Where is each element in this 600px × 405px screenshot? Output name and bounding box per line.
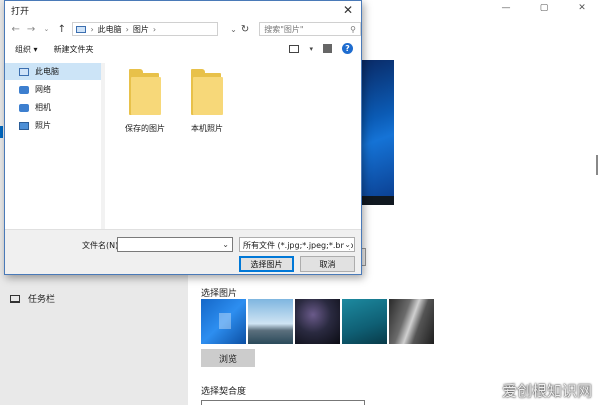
chevron-down-icon[interactable]: ⌄ xyxy=(230,25,237,34)
choose-fit-label: 选择契合度 xyxy=(201,387,247,397)
address-bar[interactable]: › 此电脑 › 图片 › xyxy=(72,22,219,36)
sidebar-selection-indicator xyxy=(0,126,3,138)
folder-icon xyxy=(191,69,223,115)
close-icon[interactable]: ✕ xyxy=(341,3,355,17)
back-arrow-icon[interactable]: ← xyxy=(11,24,20,35)
dialog-titlebar[interactable]: 打开 ✕ xyxy=(5,1,361,19)
choose-picture-label: 选择图片 xyxy=(201,289,238,299)
chevron-down-icon[interactable]: ⌄ xyxy=(344,240,351,249)
filename-label: 文件名(N): xyxy=(82,241,121,250)
filename-input[interactable]: ⌄ xyxy=(117,237,233,252)
nav-item-label: 相机 xyxy=(35,103,51,112)
recent-pictures xyxy=(201,299,434,344)
breadcrumb-item[interactable]: 此电脑 xyxy=(98,24,122,35)
picture-thumbnail[interactable] xyxy=(342,299,387,344)
nav-item-camera[interactable]: 相机 xyxy=(5,99,103,116)
view-options-icon[interactable] xyxy=(289,44,300,53)
taskbar-icon xyxy=(10,294,20,303)
recent-dropdown-icon[interactable]: ⌄ xyxy=(42,25,51,33)
folder-icon xyxy=(129,69,161,115)
folder-label: 保存的图片 xyxy=(125,124,165,133)
open-button[interactable]: 选择图片 xyxy=(239,256,294,272)
picture-thumbnail[interactable] xyxy=(248,299,293,344)
breadcrumb-item[interactable]: 图片 xyxy=(133,24,149,35)
minimize-button[interactable]: — xyxy=(496,3,516,13)
chevron-right-icon: › xyxy=(152,24,157,34)
address-row: ← → ⌄ ↑ › 此电脑 › 图片 › ⌄ ↻ 搜索"图片" ⚲ xyxy=(5,19,361,39)
navigation-pane: 此电脑 网络 相机 照片 xyxy=(5,63,103,229)
search-input[interactable]: 搜索"图片" ⚲ xyxy=(259,22,361,36)
watermark: 爱创根知识网 xyxy=(501,382,592,400)
chevron-right-icon: › xyxy=(90,24,94,34)
nav-item-label: 网络 xyxy=(35,85,51,94)
close-window-button[interactable]: ✕ xyxy=(572,3,592,13)
preview-pane-icon[interactable] xyxy=(323,44,332,53)
browse-button[interactable]: 浏览 xyxy=(201,349,255,367)
picture-thumbnail[interactable] xyxy=(201,299,246,344)
search-icon: ⚲ xyxy=(350,24,356,34)
filetype-select[interactable]: 所有文件 (*.jpg;*.jpeg;*.bmp;*. ⌄ xyxy=(239,237,355,252)
search-placeholder: 搜索"图片" xyxy=(264,24,304,34)
open-file-dialog: 打开 ✕ ← → ⌄ ↑ › 此电脑 › 图片 › ⌄ ↻ 搜索"图片" ⚲ 组… xyxy=(4,0,362,275)
maximize-button[interactable]: ▢ xyxy=(534,3,554,13)
chevron-down-icon[interactable]: ▾ xyxy=(309,45,313,53)
help-icon[interactable]: ? xyxy=(342,43,353,54)
sidebar-item-label: 任务栏 xyxy=(28,295,56,305)
dialog-title: 打开 xyxy=(11,6,30,17)
dialog-toolbar: 组织 ▾ 新建文件夹 ▾ ? xyxy=(5,39,361,59)
preview-taskbar xyxy=(360,196,394,205)
fit-select[interactable] xyxy=(201,400,365,405)
network-icon xyxy=(19,85,29,94)
background-preview xyxy=(360,60,394,205)
new-folder-button[interactable]: 新建文件夹 xyxy=(54,44,94,55)
nav-item-network[interactable]: 网络 xyxy=(5,81,103,98)
address-actions: ⌄ ↻ xyxy=(230,24,249,35)
filetype-value: 所有文件 (*.jpg;*.jpeg;*.bmp;*. xyxy=(243,241,355,250)
pictures-icon xyxy=(19,121,29,130)
nav-item-label: 照片 xyxy=(35,121,51,130)
refresh-icon[interactable]: ↻ xyxy=(241,24,249,35)
cancel-button[interactable]: 取消 xyxy=(300,256,355,272)
organize-button[interactable]: 组织 ▾ xyxy=(15,44,38,55)
folder-item[interactable]: 保存的图片 xyxy=(115,69,175,134)
forward-arrow-icon[interactable]: → xyxy=(26,24,35,35)
window-controls: — ▢ ✕ xyxy=(496,3,592,13)
folder-label: 本机照片 xyxy=(191,124,223,133)
pc-icon xyxy=(19,67,29,76)
folder-item[interactable]: 本机照片 xyxy=(177,69,237,134)
picture-thumbnail[interactable] xyxy=(389,299,434,344)
dialog-footer: 文件名(N): ⌄ 所有文件 (*.jpg;*.jpeg;*.bmp;*. ⌄ … xyxy=(5,229,361,274)
pc-icon xyxy=(76,25,87,33)
picture-thumbnail[interactable] xyxy=(295,299,340,344)
up-arrow-icon[interactable]: ↑ xyxy=(57,24,66,35)
sidebar-item-taskbar[interactable]: 任务栏 xyxy=(10,292,55,305)
camera-roll-icon xyxy=(19,103,29,112)
nav-item-photos[interactable]: 照片 xyxy=(5,117,103,134)
navigation-pane-scrollbar[interactable] xyxy=(101,63,105,229)
scrollbar[interactable] xyxy=(596,155,598,175)
toolbar-right: ▾ ? xyxy=(289,43,353,54)
nav-item-label: 此电脑 xyxy=(35,67,59,76)
nav-item-this-pc[interactable]: 此电脑 xyxy=(5,63,103,80)
chevron-right-icon: › xyxy=(125,24,129,34)
chevron-down-icon[interactable]: ⌄ xyxy=(222,240,229,249)
